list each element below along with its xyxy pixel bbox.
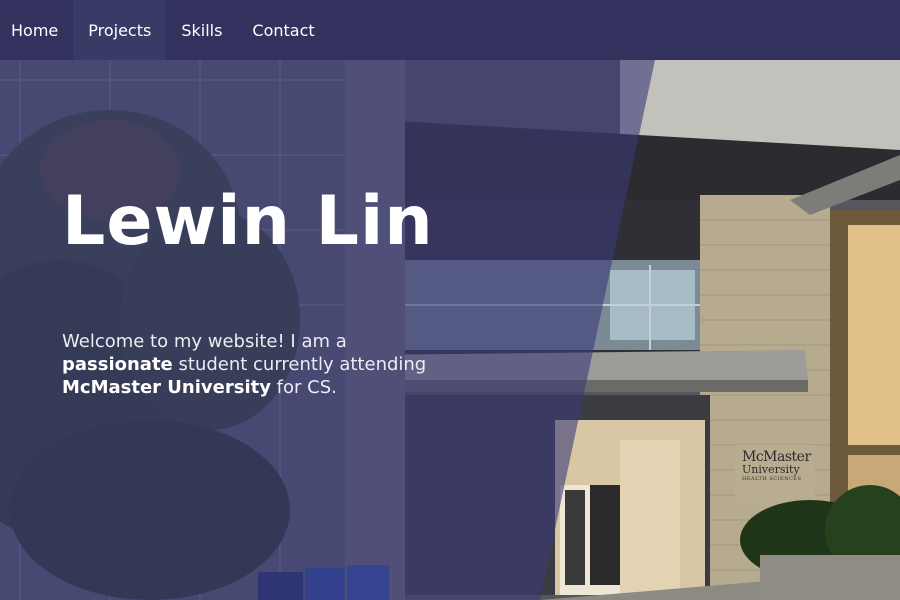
intro-emphasis-passionate: passionate bbox=[62, 354, 173, 375]
nav-item-contact[interactable]: Contact bbox=[237, 0, 329, 60]
intro-emphasis-university: McMaster University bbox=[62, 377, 271, 398]
sign-line-3: HEALTH SCIENCES bbox=[742, 476, 802, 482]
building-sign: McMaster University HEALTH SCIENCES bbox=[742, 450, 812, 482]
hero-intro: Welcome to my website! I am a passionate… bbox=[62, 330, 462, 399]
nav-item-home[interactable]: Home bbox=[0, 0, 73, 60]
intro-text-2: student currently attending bbox=[172, 354, 427, 375]
hero-title: Lewin Lin bbox=[62, 182, 434, 261]
sign-line-2: University bbox=[742, 463, 800, 476]
intro-text-3: for CS. bbox=[270, 377, 337, 398]
nav-item-projects[interactable]: Projects bbox=[73, 0, 167, 60]
nav-item-skills[interactable]: Skills bbox=[166, 0, 237, 60]
sign-line-1: McMaster bbox=[742, 449, 811, 465]
navbar: Home Projects Skills Contact bbox=[0, 0, 900, 60]
intro-text-1: Welcome to my website! I am a bbox=[62, 331, 347, 352]
